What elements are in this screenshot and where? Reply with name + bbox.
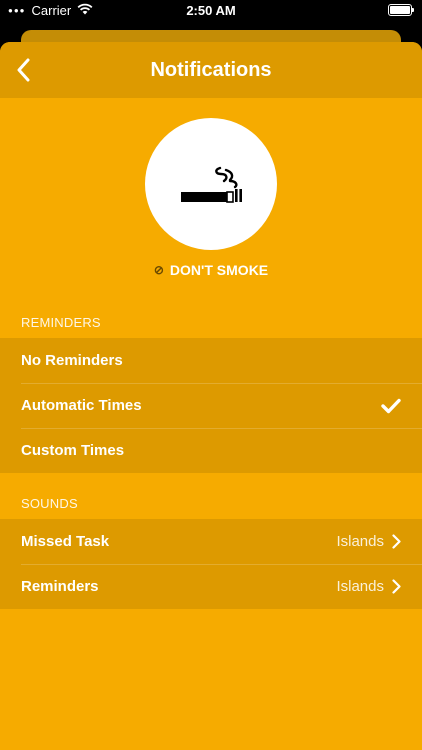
sound-row-label: Reminders bbox=[21, 578, 99, 595]
sound-value: Islands bbox=[336, 533, 384, 550]
reminder-option-custom[interactable]: Custom Times bbox=[0, 428, 422, 473]
reminder-option-label: Custom Times bbox=[21, 442, 125, 459]
back-button[interactable] bbox=[10, 55, 36, 85]
reminder-option-label: No Reminders bbox=[21, 352, 123, 369]
ban-icon: ⊘ bbox=[153, 263, 164, 277]
chevron-left-icon bbox=[17, 58, 30, 82]
sounds-section-header: SOUNDS bbox=[21, 496, 78, 511]
habit-label: ⊘ DON'T SMOKE bbox=[0, 262, 422, 278]
reminders-group: No Reminders Automatic Times Custom Time… bbox=[0, 338, 422, 473]
sound-row-label: Missed Task bbox=[21, 533, 110, 550]
reminder-option-label: Automatic Times bbox=[21, 397, 142, 414]
battery-icon bbox=[388, 4, 414, 16]
clock: 2:50 AM bbox=[186, 3, 236, 18]
page-title: Notifications bbox=[150, 58, 272, 81]
navigation-bar: Notifications bbox=[0, 42, 422, 98]
sound-value: Islands bbox=[336, 578, 384, 595]
habit-name: DON'T SMOKE bbox=[169, 262, 269, 278]
reminder-option-none[interactable]: No Reminders bbox=[0, 338, 422, 383]
checkmark-icon bbox=[381, 398, 401, 413]
notifications-sheet: Notifications ⊘ DON'T SMOKE REMINDERS No… bbox=[0, 42, 422, 750]
sounds-group: Missed Task Islands Reminders Islands bbox=[0, 519, 422, 609]
chevron-right-icon bbox=[392, 579, 401, 594]
sound-row-reminders[interactable]: Reminders Islands bbox=[0, 564, 422, 609]
chevron-right-icon bbox=[392, 534, 401, 549]
sound-row-missed-task[interactable]: Missed Task Islands bbox=[0, 519, 422, 564]
habit-icon-circle bbox=[145, 118, 277, 250]
cigarette-icon bbox=[181, 166, 242, 203]
reminders-section-header: REMINDERS bbox=[21, 315, 101, 330]
reminder-option-automatic[interactable]: Automatic Times bbox=[0, 383, 422, 428]
status-bar: ●●● Carrier 2:50 AM bbox=[0, 0, 422, 22]
habit-header: ⊘ DON'T SMOKE bbox=[0, 98, 422, 292]
